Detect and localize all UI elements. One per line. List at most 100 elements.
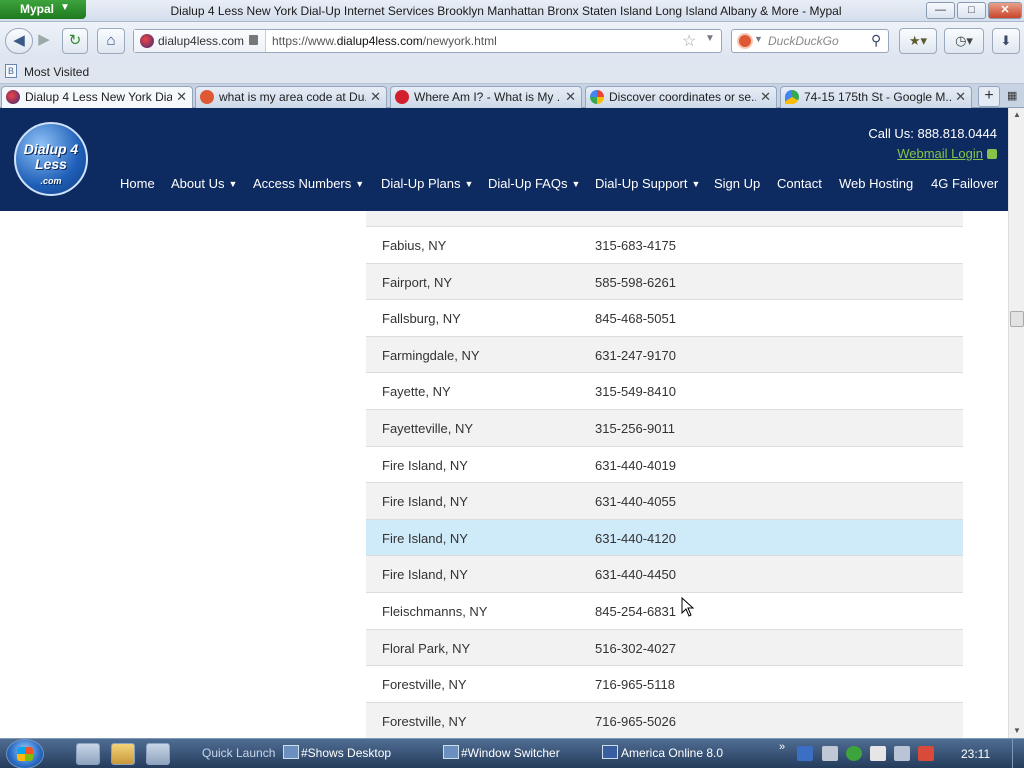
- nav-access-numbers[interactable]: Access Numbers ▼: [253, 176, 364, 191]
- tray-expand-icon[interactable]: »: [779, 741, 785, 753]
- tray-network-icon[interactable]: [894, 746, 910, 761]
- nav-4g-failover[interactable]: 4G Failover: [931, 176, 998, 191]
- close-button[interactable]: ✕: [988, 2, 1022, 19]
- scroll-down-arrow-icon[interactable]: ▼: [1013, 726, 1021, 735]
- city-cell: Fire Island, NY: [382, 457, 468, 473]
- forward-button[interactable]: ▶: [33, 28, 55, 54]
- caret-down-icon: ▼: [691, 179, 701, 189]
- city-cell: Fire Island, NY: [382, 494, 468, 510]
- url-history-dropdown-icon[interactable]: ▼: [705, 33, 715, 44]
- phone-cell: 631-440-4055: [595, 494, 676, 510]
- tab-area-code[interactable]: what is my area code at Du... ✕: [195, 86, 387, 108]
- aol-taskbar-button[interactable]: America Online 8.0: [621, 746, 723, 760]
- raccoon-app-icon[interactable]: [76, 743, 100, 765]
- caret-down-icon: ▼: [355, 179, 365, 189]
- city-cell: Fayetteville, NY: [382, 420, 474, 436]
- webmail-login-link[interactable]: Webmail Login: [897, 146, 997, 161]
- nav-home[interactable]: Home: [120, 176, 155, 191]
- window-title: Dialup 4 Less New York Dial-Up Internet …: [170, 4, 842, 18]
- tab-list-icon[interactable]: ▦: [1007, 89, 1017, 102]
- tray-keyboard-icon[interactable]: [822, 746, 838, 761]
- search-bar[interactable]: ▼ DuckDuckGo ⚲: [731, 29, 889, 53]
- scroll-up-arrow-icon[interactable]: ▲: [1013, 110, 1021, 119]
- bookmark-folder-icon: B: [5, 64, 17, 78]
- nav-dial-up-support[interactable]: Dial-Up Support ▼: [595, 176, 700, 191]
- plus-icon: +: [984, 87, 994, 104]
- nav-sign-up[interactable]: Sign Up: [714, 176, 760, 191]
- tray-app-icon[interactable]: [797, 746, 813, 761]
- maximize-button[interactable]: □: [957, 2, 986, 19]
- phone-cell: 716-965-5026: [595, 713, 676, 729]
- nav-label: Web Hosting: [839, 176, 914, 191]
- table-row: Forestville, NY 716-965-5118: [366, 665, 963, 702]
- app-menu-button[interactable]: Mypal ▼: [0, 0, 86, 19]
- history-button[interactable]: ◷▾: [944, 28, 984, 54]
- table-row: Fleischmanns, NY 845-254-6831: [366, 591, 963, 629]
- downloads-button[interactable]: ⬇: [992, 28, 1020, 54]
- folder-icon[interactable]: [111, 743, 135, 765]
- nav-label: Access Numbers: [253, 176, 352, 191]
- phone-cell: 845-254-6831: [595, 603, 676, 619]
- close-tab-icon[interactable]: ✕: [760, 89, 771, 105]
- city-cell: Fleischmanns, NY: [382, 603, 488, 619]
- url-bar[interactable]: dialup4less.com https://www.dialup4less.…: [133, 29, 722, 53]
- table-row: Fayetteville, NY 315-256-9011: [366, 408, 963, 446]
- call-us-phone: Call Us: 888.818.0444: [868, 126, 997, 141]
- most-visited-bookmark[interactable]: Most Visited: [24, 65, 89, 79]
- tab-dialup4less[interactable]: Dialup 4 Less New York Dia... ✕: [1, 86, 193, 109]
- nav-web-hosting[interactable]: Web Hosting: [839, 176, 913, 191]
- google-favicon-icon: [590, 90, 604, 104]
- search-icon[interactable]: ⚲: [871, 32, 881, 49]
- phone-cell: 845-468-5051: [595, 311, 676, 327]
- shows-desktop-button[interactable]: #Shows Desktop: [301, 746, 391, 760]
- tab-label: Discover coordinates or se...: [609, 90, 756, 104]
- window-switcher-button[interactable]: #Window Switcher: [461, 746, 560, 760]
- title-bar: Mypal ▼ Dialup 4 Less New York Dial-Up I…: [0, 0, 1024, 22]
- duckduckgo-icon[interactable]: [737, 33, 753, 49]
- tray-flag-icon[interactable]: [870, 746, 886, 761]
- tray-volume-muted-icon[interactable]: [918, 746, 934, 761]
- url-path: /newyork.html: [422, 34, 497, 48]
- phone-cell: 585-598-6261: [595, 274, 676, 290]
- phone-cell: 631-440-4019: [595, 457, 676, 473]
- nav-dial-up-plans[interactable]: Dial-Up Plans ▼: [381, 176, 473, 191]
- table-row: Farmingdale, NY 631-247-9170: [366, 335, 963, 373]
- site-identity-button[interactable]: dialup4less.com: [134, 30, 266, 52]
- close-tab-icon[interactable]: ✕: [370, 89, 381, 105]
- tab-google-maps[interactable]: 74-15 175th St - Google M... ✕: [780, 86, 972, 108]
- vertical-scrollbar[interactable]: ▲ ▼: [1008, 108, 1024, 738]
- tab-discover-coordinates[interactable]: Discover coordinates or se... ✕: [585, 86, 777, 108]
- url-text[interactable]: https://www.dialup4less.com/newyork.html: [272, 30, 497, 52]
- search-engine-dropdown-icon[interactable]: ▼: [754, 34, 763, 44]
- start-button[interactable]: [6, 739, 44, 768]
- close-tab-icon[interactable]: ✕: [955, 89, 966, 105]
- close-tab-icon[interactable]: ✕: [565, 89, 576, 105]
- city-cell: Fire Island, NY: [382, 567, 468, 583]
- page-viewport: 4 Dialup 4 Less .com Call Us: 888.818.044…: [0, 108, 1008, 738]
- back-arrow-icon: ◀: [13, 32, 25, 49]
- close-tab-icon[interactable]: ✕: [176, 89, 187, 105]
- search-input-placeholder[interactable]: DuckDuckGo: [768, 30, 839, 52]
- tab-label: Dialup 4 Less New York Dia...: [25, 90, 172, 104]
- show-desktop-button[interactable]: [1012, 739, 1024, 768]
- system-clock[interactable]: 23:11: [961, 747, 990, 761]
- home-button[interactable]: ⌂: [97, 28, 125, 54]
- scrollbar-thumb[interactable]: [1010, 311, 1024, 327]
- phone-cell: 631-440-4450: [595, 567, 676, 583]
- bookmarks-menu-button[interactable]: ★▾: [899, 28, 937, 54]
- network-app-icon[interactable]: [146, 743, 170, 765]
- back-button[interactable]: ◀: [5, 28, 33, 54]
- reload-button[interactable]: ↻: [62, 28, 88, 54]
- quick-launch-label[interactable]: Quick Launch: [202, 746, 275, 760]
- tab-where-am-i[interactable]: Where Am I? - What is My ... ✕: [390, 86, 582, 108]
- nav-dial-up-faqs[interactable]: Dial-Up FAQs ▼: [488, 176, 580, 191]
- nav-about-us[interactable]: About Us ▼: [171, 176, 237, 191]
- bookmarks-star-icon: ★▾: [908, 33, 928, 48]
- new-tab-button[interactable]: +: [978, 86, 1000, 107]
- tray-security-icon[interactable]: [846, 746, 862, 761]
- nav-contact[interactable]: Contact: [777, 176, 822, 191]
- home-icon: ⌂: [106, 32, 116, 49]
- window-switcher-icon: [443, 745, 459, 759]
- minimize-button[interactable]: —: [926, 2, 955, 19]
- bookmark-star-icon[interactable]: ☆: [682, 31, 696, 51]
